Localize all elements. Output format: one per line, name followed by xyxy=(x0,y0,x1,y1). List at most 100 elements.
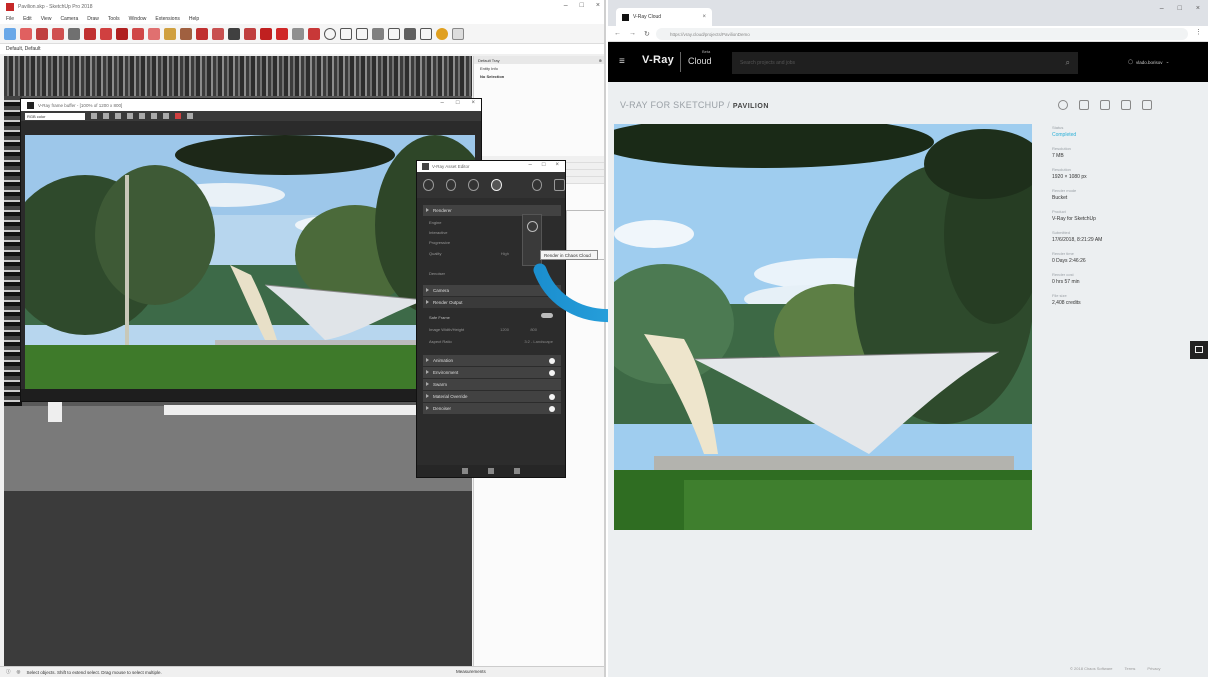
arc-icon[interactable] xyxy=(52,27,64,40)
browser-menu-icon[interactable]: ⋮ xyxy=(1195,28,1202,36)
menu-file[interactable]: File xyxy=(6,16,14,22)
render-icon[interactable] xyxy=(175,113,181,119)
offset-icon[interactable] xyxy=(148,27,160,40)
footer-save-icon[interactable] xyxy=(488,468,494,474)
frame-buffer-tab-icon[interactable] xyxy=(554,179,566,191)
eraser-icon[interactable] xyxy=(20,27,32,40)
section-swarm[interactable]: Swarm xyxy=(423,379,561,390)
vray-cloud-icon[interactable] xyxy=(324,27,336,40)
close-icon[interactable]: × xyxy=(471,100,475,106)
tray-header[interactable]: Default Tray ⊕ xyxy=(474,56,604,64)
search-icon[interactable]: ⌕ xyxy=(1066,58,1070,68)
address-bar[interactable]: https://vray.cloud/projects/PavilionDemo xyxy=(656,28,1188,40)
download-icon[interactable] xyxy=(1058,100,1068,110)
lights-tab-icon[interactable] xyxy=(445,179,457,191)
copy-icon[interactable] xyxy=(1100,100,1110,110)
zoom-extents-icon[interactable] xyxy=(244,27,256,40)
forward-icon[interactable]: → xyxy=(629,30,636,37)
back-icon[interactable]: ← xyxy=(614,30,621,37)
minimize-icon[interactable]: – xyxy=(564,2,568,9)
material-override-toggle[interactable] xyxy=(549,394,555,400)
vray-logo[interactable]: V-Ray xyxy=(642,54,674,66)
close-icon[interactable]: × xyxy=(1196,5,1200,12)
minimize-icon[interactable]: – xyxy=(529,162,532,168)
vray-lights-icon[interactable] xyxy=(308,27,320,40)
tape-measure-icon[interactable] xyxy=(164,27,176,40)
terms-link[interactable]: Terms xyxy=(1125,666,1136,671)
settings-tab-icon[interactable] xyxy=(491,179,502,191)
vray-fur-icon[interactable] xyxy=(420,27,432,40)
maximize-icon[interactable]: □ xyxy=(580,2,584,9)
paint-bucket-icon[interactable] xyxy=(180,27,192,40)
vray-render-icon[interactable] xyxy=(260,27,272,40)
menu-view[interactable]: View xyxy=(41,16,52,22)
vray-fb-icon[interactable] xyxy=(340,27,352,40)
vray-plane-icon[interactable] xyxy=(372,27,384,40)
section-material-override[interactable]: Material Override xyxy=(423,391,561,402)
menu-help[interactable]: Help xyxy=(189,16,199,22)
vray-sphere-icon[interactable] xyxy=(356,27,368,40)
details-icon[interactable] xyxy=(1142,100,1152,110)
minimize-icon[interactable]: – xyxy=(1160,5,1164,12)
side-panel-toggle[interactable] xyxy=(1190,341,1208,359)
pencil-icon[interactable] xyxy=(36,27,48,40)
shape-icon[interactable] xyxy=(68,27,80,40)
save-icon[interactable] xyxy=(91,113,97,119)
vray-proxy-icon[interactable] xyxy=(404,27,416,40)
push-pull-icon[interactable] xyxy=(84,27,96,40)
section-denoiser[interactable]: Denoiser xyxy=(423,403,561,414)
maximize-icon[interactable]: □ xyxy=(1178,5,1182,12)
clear-icon[interactable] xyxy=(103,113,109,119)
orbit-icon[interactable] xyxy=(196,27,208,40)
track-icon[interactable] xyxy=(139,113,145,119)
breadcrumb-root[interactable]: V-RAY FOR SKETCHUP xyxy=(620,100,724,110)
delete-icon[interactable] xyxy=(1079,100,1089,110)
denoiser-toggle[interactable] xyxy=(549,406,555,412)
animation-toggle[interactable] xyxy=(549,358,555,364)
geo-icon[interactable]: ◎ xyxy=(17,669,21,675)
user-menu[interactable]: ◯ vlado.borisov ⌄ xyxy=(1128,59,1169,65)
tab-close-icon[interactable]: × xyxy=(702,14,706,20)
section-environment[interactable]: Environment xyxy=(423,367,561,378)
footer-delete-icon[interactable] xyxy=(514,468,520,474)
close-icon[interactable]: × xyxy=(555,162,559,168)
stop-icon[interactable] xyxy=(187,113,193,119)
privacy-link[interactable]: Privacy xyxy=(1147,666,1160,671)
vray-interactive-icon[interactable] xyxy=(276,27,288,40)
region-icon[interactable] xyxy=(127,113,133,119)
vray-mesh-icon[interactable] xyxy=(388,27,400,40)
channel-select[interactable]: RGB color xyxy=(25,112,85,120)
geometry-tab-icon[interactable] xyxy=(468,179,480,191)
vray-help-icon[interactable] xyxy=(452,27,464,40)
history-icon[interactable] xyxy=(163,113,169,119)
tray-entity-info[interactable]: Entity Info xyxy=(474,64,604,72)
materials-tab-icon[interactable] xyxy=(423,179,434,191)
vray-asset-editor-icon[interactable] xyxy=(292,27,304,40)
cloud-render-image[interactable] xyxy=(614,124,1032,530)
zoom-icon[interactable] xyxy=(228,27,240,40)
render-tab-icon[interactable] xyxy=(531,179,543,191)
vray-search-input[interactable]: Search projects and jobs ⌕ xyxy=(732,52,1078,74)
environment-toggle[interactable] xyxy=(549,370,555,376)
reload-icon[interactable]: ↻ xyxy=(644,30,650,38)
tray-pin-icon[interactable]: ⊕ xyxy=(599,58,602,63)
vray-light-gen-icon[interactable] xyxy=(436,27,448,40)
menu-tools[interactable]: Tools xyxy=(108,16,120,22)
close-icon[interactable]: × xyxy=(596,2,600,9)
lens-icon[interactable] xyxy=(151,113,157,119)
section-animation[interactable]: Animation xyxy=(423,355,561,366)
compare-icon[interactable] xyxy=(115,113,121,119)
move-icon[interactable] xyxy=(100,27,112,40)
menu-extensions[interactable]: Extensions xyxy=(155,16,179,22)
comment-icon[interactable] xyxy=(1121,100,1131,110)
maximize-icon[interactable]: □ xyxy=(456,100,460,106)
browser-tab[interactable]: V-Ray Cloud × xyxy=(616,8,712,26)
menu-window[interactable]: Window xyxy=(129,16,147,22)
minimize-icon[interactable]: – xyxy=(441,100,444,106)
pan-icon[interactable] xyxy=(212,27,224,40)
scale-icon[interactable] xyxy=(132,27,144,40)
menu-camera[interactable]: Camera xyxy=(60,16,78,22)
hamburger-menu-icon[interactable]: ≡ xyxy=(619,56,625,67)
menu-edit[interactable]: Edit xyxy=(23,16,32,22)
footer-add-icon[interactable] xyxy=(462,468,468,474)
